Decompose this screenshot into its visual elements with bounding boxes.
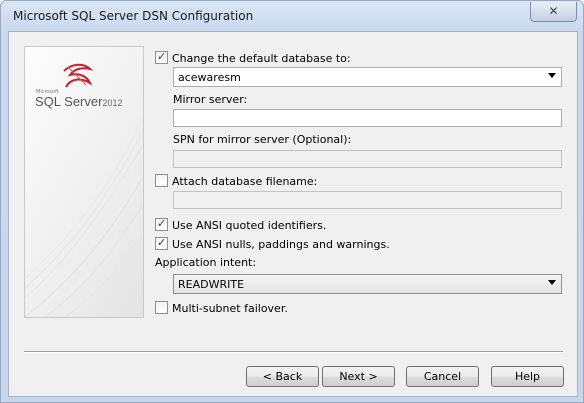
default-database-checkbox-row[interactable]: ✓ Change the default database to:	[155, 50, 351, 65]
application-intent-label: Application intent:	[155, 256, 257, 269]
cancel-button[interactable]: Cancel	[406, 366, 479, 387]
attach-database-checkbox-row[interactable]: Attach database filename:	[155, 174, 317, 188]
default-database-select[interactable]: acewaresm	[173, 67, 562, 87]
button-separator	[24, 351, 563, 353]
attach-database-input	[173, 191, 562, 209]
ansi-nulls-checkbox[interactable]: ✓	[155, 236, 168, 250]
attach-database-label: Attach database filename:	[172, 175, 318, 188]
application-intent-select[interactable]: READWRITE	[173, 274, 562, 294]
default-database-value: acewaresm	[178, 71, 241, 84]
back-button[interactable]: < Back	[246, 366, 319, 387]
logo-year: 2012	[102, 98, 123, 108]
help-button[interactable]: Help	[491, 366, 564, 387]
default-database-checkbox[interactable]: ✓	[155, 50, 168, 64]
logo-product-name: SQL Server	[35, 94, 103, 109]
next-button[interactable]: Next >	[322, 366, 395, 387]
logo-product-text: SQL Server2012	[35, 94, 122, 109]
sql-server-logo-panel: Microsoft SQL Server2012	[24, 46, 144, 318]
title-bar[interactable]: Microsoft SQL Server DSN Configuration ✕	[1, 1, 583, 31]
spn-input	[173, 150, 562, 168]
spn-label: SPN for mirror server (Optional):	[173, 133, 352, 146]
close-button[interactable]: ✕	[530, 2, 577, 22]
checkmark-icon: ✓	[157, 236, 167, 249]
multisubnet-label: Multi-subnet failover.	[172, 302, 288, 315]
multisubnet-checkbox[interactable]	[155, 301, 168, 314]
mirror-server-label: Mirror server:	[173, 93, 248, 106]
ansi-quoted-checkbox[interactable]: ✓	[155, 217, 168, 231]
attach-database-checkbox[interactable]	[155, 174, 168, 187]
application-intent-value: READWRITE	[178, 278, 245, 291]
dropdown-arrow-icon[interactable]	[548, 73, 556, 78]
dropdown-arrow-icon[interactable]	[548, 280, 556, 285]
window-title: Microsoft SQL Server DSN Configuration	[13, 9, 254, 23]
ansi-quoted-label: Use ANSI quoted identifiers.	[172, 219, 327, 232]
mirror-server-input[interactable]	[173, 109, 562, 127]
checkmark-icon: ✓	[157, 50, 167, 63]
ansi-nulls-label: Use ANSI nulls, paddings and warnings.	[172, 238, 390, 251]
sql-server-logo-icon	[63, 63, 94, 88]
close-icon: ✕	[548, 4, 559, 18]
multisubnet-checkbox-row[interactable]: Multi-subnet failover.	[155, 301, 288, 315]
dsn-config-window: Microsoft SQL Server DSN Configuration ✕…	[0, 0, 584, 403]
ansi-quoted-checkbox-row[interactable]: ✓ Use ANSI quoted identifiers.	[155, 217, 327, 232]
default-database-label: Change the default database to:	[172, 52, 351, 65]
ansi-nulls-checkbox-row[interactable]: ✓ Use ANSI nulls, paddings and warnings.	[155, 236, 390, 251]
dialog-client-area: Microsoft SQL Server2012 ✓ Change the def…	[8, 31, 578, 397]
checkmark-icon: ✓	[157, 217, 167, 230]
